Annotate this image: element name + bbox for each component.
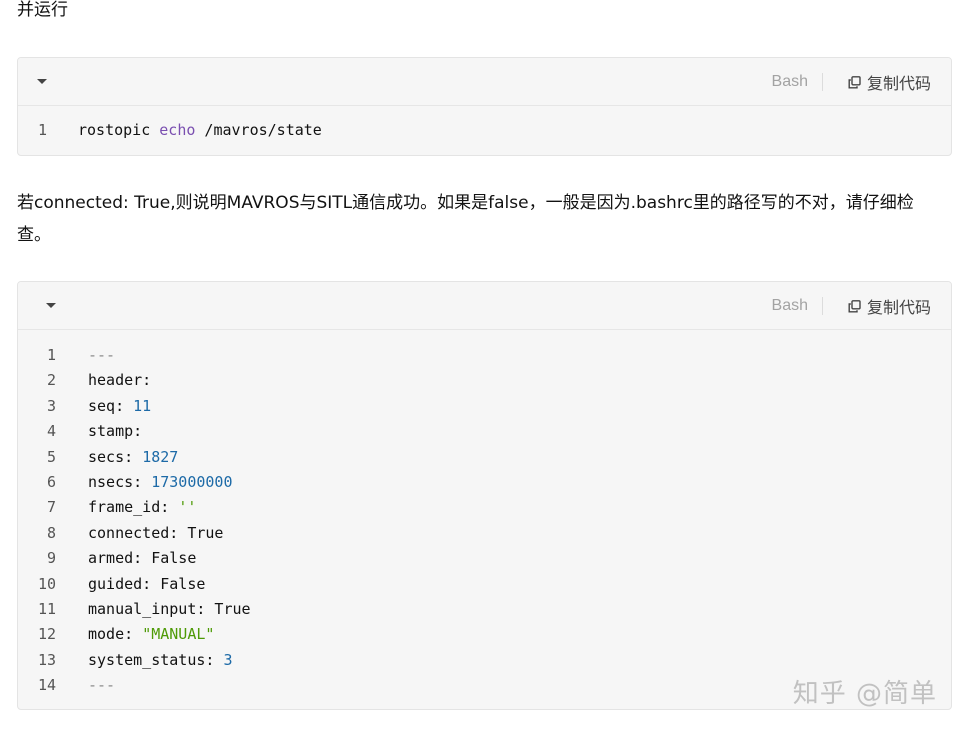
copy-icon <box>848 75 861 88</box>
code-line: 2 header: <box>18 368 951 393</box>
code-line: 7 frame_id: '' <box>18 495 951 520</box>
header-divider <box>822 297 823 315</box>
article-page: 并运行 Bash 复制代码 1 rostopic echo /mavros/sta… <box>0 0 961 729</box>
code-token: mode: <box>88 625 143 644</box>
code-token-cmt: --- <box>88 346 116 364</box>
code-line: 1 --- <box>18 343 951 368</box>
code-token: guided: False <box>88 574 206 593</box>
code-token: secs: <box>88 447 143 466</box>
code-token: stamp: <box>88 422 143 441</box>
code-token: rostopic <box>78 121 160 139</box>
code-token-num: 173000000 <box>151 472 233 491</box>
line-number: 8 <box>46 523 56 542</box>
code-token-num: 1827 <box>142 447 179 466</box>
line-number: 14 <box>37 676 56 695</box>
code-block-header: Bash 复制代码 <box>18 58 951 106</box>
copy-code-label: 复制代码 <box>866 74 931 93</box>
code-token-num: 11 <box>133 396 152 415</box>
code-token-str: '' <box>178 498 197 517</box>
code-token: seq: <box>88 396 134 415</box>
code-text: manual_input: True <box>88 597 251 622</box>
code-token-cmt: --- <box>88 676 116 695</box>
line-number: 6 <box>46 472 56 491</box>
code-token: /mavros/state <box>195 121 322 139</box>
line-number: 13 <box>37 650 56 669</box>
code-line: 6 nsecs: 173000000 <box>18 470 951 495</box>
line-number: 10 <box>37 574 56 593</box>
code-text: connected: True <box>88 521 223 546</box>
code-text: frame_id: '' <box>88 495 196 520</box>
copy-code-button[interactable]: 复制代码 <box>848 294 931 318</box>
code-line: 13 system_status: 3 <box>18 648 951 673</box>
code-body: 1 --- 2 header: 3 seq: 11 4 stamp: 5 secs: 1827 6 n… <box>18 330 951 698</box>
code-text: --- <box>88 343 115 368</box>
code-text: rostopic echo /mavros/state <box>78 118 322 143</box>
code-text: secs: 1827 <box>88 445 178 470</box>
intro-paragraph: 并运行 <box>17 0 68 20</box>
code-line: 10 guided: False <box>18 572 951 597</box>
code-token: frame_id: <box>88 498 179 517</box>
watermark: 知乎 @简单 <box>792 679 937 709</box>
code-text: stamp: <box>88 419 142 444</box>
copy-icon <box>848 299 861 312</box>
header-divider <box>822 73 823 91</box>
language-label: Bash <box>771 73 808 90</box>
line-number: 3 <box>46 396 56 415</box>
code-text: mode: "MANUAL" <box>88 622 214 647</box>
code-block-header: Bash 复制代码 <box>18 282 951 330</box>
code-text: header: <box>88 368 151 393</box>
code-line: 3 seq: 11 <box>18 394 951 419</box>
code-line: 1 rostopic echo /mavros/state <box>18 118 951 143</box>
code-text: armed: False <box>88 546 196 571</box>
code-text: seq: 11 <box>88 394 151 419</box>
code-block-2: Bash 复制代码 1 --- 2 header: 3 seq: 11 4 stamp: 5 se… <box>17 281 952 710</box>
code-token: connected: True <box>88 523 224 542</box>
line-number: 11 <box>37 599 56 618</box>
code-line: 5 secs: 1827 <box>18 445 951 470</box>
language-label: Bash <box>771 297 808 314</box>
line-number: 2 <box>46 371 56 390</box>
line-number: 7 <box>46 498 56 517</box>
code-token: armed: False <box>88 549 197 568</box>
line-number: 5 <box>46 447 56 466</box>
line-number: 4 <box>46 422 56 441</box>
code-line: 4 stamp: <box>18 419 951 444</box>
code-block-1: Bash 复制代码 1 rostopic echo /mavros/state <box>17 57 952 156</box>
copy-code-label: 复制代码 <box>866 298 931 317</box>
caret-down-icon[interactable] <box>37 79 47 84</box>
code-token-kw: echo <box>159 121 196 139</box>
code-token: system_status: <box>88 650 224 669</box>
explanation-paragraph: 若connected: True,则说明MAVROS与SITL通信成功。如果是f… <box>17 193 914 245</box>
code-text: guided: False <box>88 572 205 597</box>
code-text: system_status: 3 <box>88 648 233 673</box>
line-number: 1 <box>46 346 56 364</box>
code-line: 9 armed: False <box>18 546 951 571</box>
copy-code-button[interactable]: 复制代码 <box>848 70 931 94</box>
line-number: 9 <box>46 549 56 568</box>
code-line: 11 manual_input: True <box>18 597 951 622</box>
code-line: 8 connected: True <box>18 521 951 546</box>
code-token-str: "MANUAL" <box>142 625 215 644</box>
line-number: 1 <box>37 121 47 139</box>
code-token: manual_input: True <box>88 599 251 618</box>
code-line: 12 mode: "MANUAL" <box>18 622 951 647</box>
code-text: nsecs: 173000000 <box>88 470 233 495</box>
code-body: 1 rostopic echo /mavros/state <box>18 106 951 143</box>
code-text: --- <box>88 673 115 698</box>
caret-down-icon[interactable] <box>46 303 56 308</box>
code-token-num: 3 <box>223 650 233 669</box>
line-number: 12 <box>37 625 56 644</box>
code-token: header: <box>88 371 152 390</box>
code-token: nsecs: <box>88 472 152 491</box>
